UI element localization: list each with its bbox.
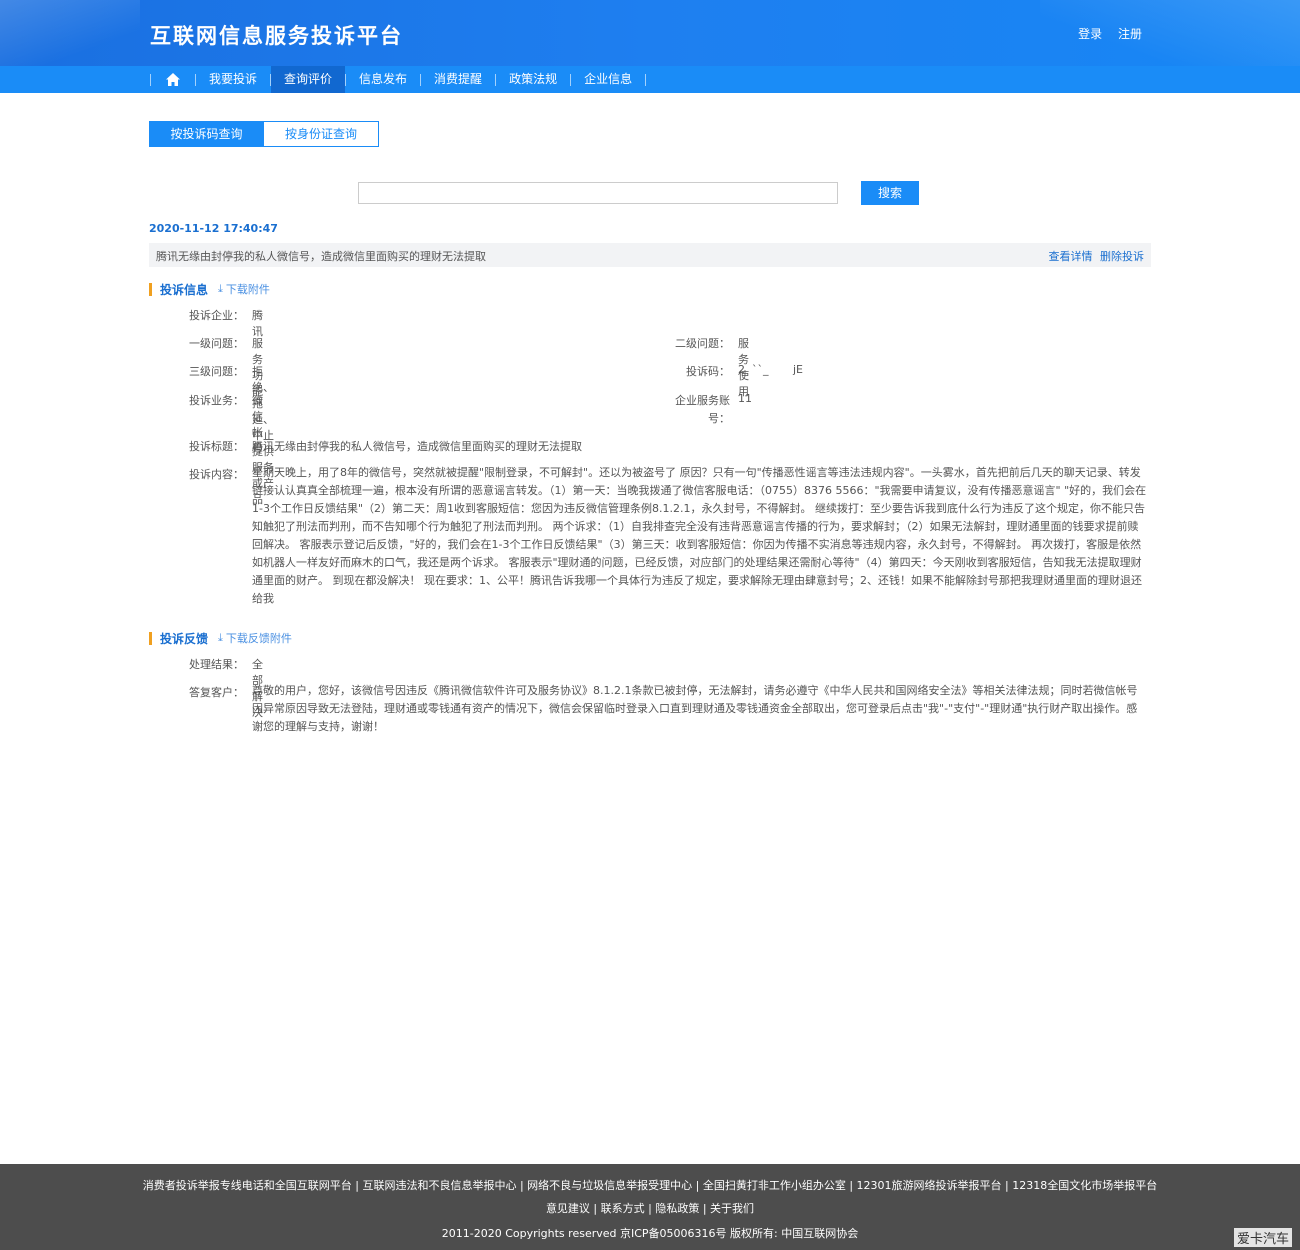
section-accent-bar bbox=[149, 631, 152, 645]
nav-home[interactable] bbox=[151, 66, 195, 93]
download-attachment-label: 下载附件 bbox=[225, 283, 270, 296]
field-value: 2 ``_ jE bbox=[738, 363, 803, 376]
nav-separator bbox=[645, 73, 647, 86]
search-input[interactable] bbox=[358, 182, 838, 204]
footer-secondary-links: 意见建议 | 联系方式 | 隐私政策 | 关于我们 bbox=[545, 1202, 755, 1215]
site-footer: 消费者投诉举报专线电话和全国互联网平台 | 互联网违法和不良信息举报中心 | 网… bbox=[0, 1164, 1300, 1250]
download-feedback-attachment-link[interactable]: ⤓ 下载反馈附件 bbox=[218, 630, 292, 646]
field-label: 投诉企业： bbox=[189, 309, 244, 322]
field-label: 投诉标题： bbox=[189, 440, 244, 453]
watermark-logo: 爱卡汽车 bbox=[1233, 1228, 1292, 1247]
field-value: 腾讯无缘由封停我的私人微信号，造成微信里面购买的理财无法提取 bbox=[252, 440, 582, 453]
field-label: 企业服务账 bbox=[675, 394, 730, 407]
footer-contact-link[interactable]: 联系方式 bbox=[601, 1202, 645, 1215]
nav-item-alerts[interactable]: 消费提醒 bbox=[421, 66, 495, 93]
reply-text: 尊敬的用户，您好，该微信号因违反《腾讯微信软件许可及服务协议》8.1.2.1条款… bbox=[252, 684, 1138, 733]
complaint-info-heading: 投诉信息 ⤓ 下载附件 bbox=[149, 281, 270, 297]
section-accent-bar bbox=[149, 282, 152, 296]
section-title: 投诉反馈 bbox=[160, 631, 209, 646]
tab-by-id[interactable]: 按身份证查询 bbox=[264, 121, 379, 147]
field-value: 11 bbox=[738, 392, 752, 405]
record-actions: 查看详情 删除投诉 bbox=[1045, 248, 1145, 264]
query-tabs: 按投诉码查询 按身份证查询 bbox=[149, 121, 379, 147]
download-icon: ⤓ bbox=[218, 282, 223, 295]
nav-item-policy[interactable]: 政策法规 bbox=[496, 66, 570, 93]
nav-item-query[interactable]: 查询评价 bbox=[271, 66, 346, 93]
footer-links-line[interactable]: 消费者投诉举报专线电话和全国互联网平台 | 互联网违法和不良信息举报中心 | 网… bbox=[0, 1177, 1300, 1193]
nav-item-enterprise[interactable]: 企业信息 bbox=[571, 66, 645, 93]
field-label: 投诉内容： bbox=[189, 468, 244, 481]
field-label: 答复客户： bbox=[189, 686, 244, 699]
tab-by-code[interactable]: 按投诉码查询 bbox=[149, 121, 264, 147]
register-link[interactable]: 注册 bbox=[1118, 27, 1142, 41]
nav-item-complain[interactable]: 我要投诉 bbox=[196, 66, 270, 93]
main-nav: 我要投诉 查询评价 信息发布 消费提醒 政策法规 企业信息 bbox=[0, 66, 1300, 93]
record-title-bar: 腾讯无缘由封停我的私人微信号，造成微信里面购买的理财无法提取 查看详情 删除投诉 bbox=[149, 243, 1151, 267]
login-link[interactable]: 登录 bbox=[1078, 27, 1102, 41]
footer-about-link[interactable]: 关于我们 bbox=[710, 1202, 754, 1215]
home-icon bbox=[166, 73, 180, 86]
view-details-link[interactable]: 查看详情 bbox=[1049, 250, 1093, 263]
field-label: 投诉码： bbox=[686, 365, 730, 378]
footer-copyright: 2011-2020 Copyrights reserved 京ICP备05006… bbox=[441, 1227, 859, 1240]
site-title: 互联网信息服务投诉平台 bbox=[150, 24, 403, 48]
nav-item-info[interactable]: 信息发布 bbox=[346, 66, 420, 93]
site-header: 互联网信息服务投诉平台 登录 注册 bbox=[0, 0, 1300, 66]
record-datetime: 2020-11-12 17:40:47 bbox=[149, 222, 278, 235]
nav-items: 我要投诉 查询评价 信息发布 消费提醒 政策法规 企业信息 bbox=[150, 66, 647, 93]
field-label: 一级问题： bbox=[189, 337, 244, 350]
download-attachment-link[interactable]: ⤓ 下载附件 bbox=[218, 281, 270, 297]
download-icon: ⤓ bbox=[218, 631, 223, 644]
download-feedback-label: 下载反馈附件 bbox=[225, 632, 292, 645]
record-title: 腾讯无缘由封停我的私人微信号，造成微信里面购买的理财无法提取 bbox=[156, 250, 486, 263]
field-label: 投诉业务： bbox=[189, 394, 244, 407]
footer-suggest-link[interactable]: 意见建议 bbox=[546, 1202, 590, 1215]
section-title: 投诉信息 bbox=[160, 282, 209, 297]
complaint-content-text: 星期天晚上，用了8年的微信号，突然就被提醒"限制登录，不可解封"。还以为被盗号了… bbox=[252, 466, 1147, 605]
footer-privacy-link[interactable]: 隐私政策 bbox=[655, 1202, 699, 1215]
search-button[interactable]: 搜索 bbox=[861, 181, 919, 205]
field-label-cont: 号： bbox=[708, 412, 730, 425]
auth-links: 登录 注册 bbox=[1066, 25, 1142, 42]
header-decoration-left bbox=[0, 0, 140, 66]
feedback-heading: 投诉反馈 ⤓ 下载反馈附件 bbox=[149, 630, 292, 646]
field-label: 二级问题： bbox=[675, 337, 730, 350]
field-label: 处理结果： bbox=[189, 658, 244, 671]
field-label: 三级问题： bbox=[189, 365, 244, 378]
delete-complaint-link[interactable]: 删除投诉 bbox=[1100, 250, 1144, 263]
